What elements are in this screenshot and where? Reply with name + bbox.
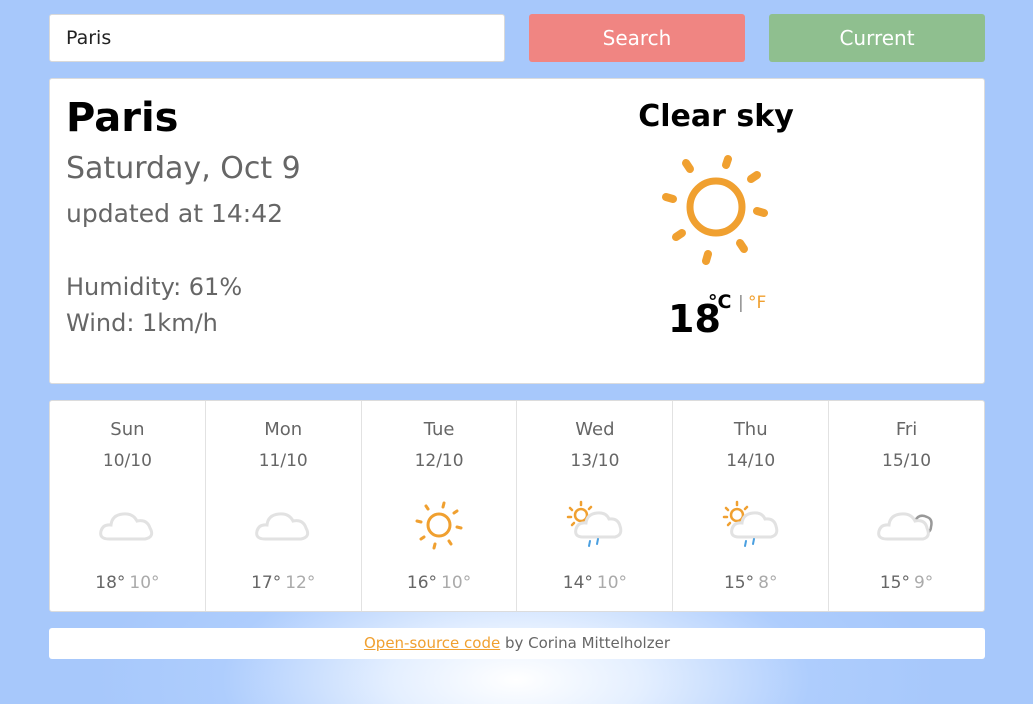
forecast-high: 17°: [251, 573, 282, 593]
forecast-temps: 15° 8°: [673, 573, 828, 593]
forecast-strip: Sun 10/10 18° 10° Mon 11/10 17° 12° Tue 12…: [49, 400, 985, 612]
forecast-day-date: 10/10: [102, 451, 152, 471]
forecast-high: 15°: [723, 573, 755, 593]
forecast-day-date: 15/10: [882, 451, 932, 471]
forecast-low: 12°: [285, 573, 316, 593]
forecast-low: 10°: [129, 573, 160, 593]
forecast-temps: 15° 9°: [829, 573, 984, 593]
sun-icon: [662, 155, 768, 265]
city-name: Paris: [66, 95, 179, 141]
forecast-high: 18°: [95, 573, 126, 593]
forecast-day: Mon 11/10 17° 12°: [206, 401, 362, 611]
forecast-day-date: 14/10: [726, 451, 776, 471]
forecast-temps: 14° 10°: [517, 573, 672, 593]
sun-rain-cloud-icon: [722, 500, 779, 547]
forecast-day-name: Thu: [733, 419, 768, 440]
current-location-button[interactable]: Current: [769, 14, 985, 62]
forecast-day: Sun 10/10 18° 10°: [50, 401, 206, 611]
forecast-low: 10°: [596, 573, 628, 593]
forecast-temps: 18° 10°: [50, 573, 205, 593]
current-date: Saturday, Oct 9: [66, 151, 301, 186]
forecast-day: Tue 12/10 16° 10°: [362, 401, 518, 611]
forecast-low: 10°: [441, 573, 472, 593]
forecast-day-name: Sun: [110, 419, 145, 440]
source-code-link[interactable]: Open-source code: [364, 634, 500, 652]
forecast-day-name: Wed: [575, 419, 615, 440]
footer-credit: by Corina Mittelholzer: [500, 634, 670, 652]
fahrenheit-toggle[interactable]: °F: [748, 293, 766, 313]
forecast-day: Thu 14/10 15° 8°: [673, 401, 830, 611]
forecast-day-date: 12/10: [414, 451, 464, 471]
forecast-high: 14°: [562, 573, 593, 593]
search-button[interactable]: Search: [529, 14, 745, 62]
clouds-icon: [876, 512, 933, 541]
temperature-display: 18 °C | °F: [668, 289, 808, 349]
forecast-day: Wed 13/10 14° 10°: [517, 401, 674, 611]
updated-time: updated at 14:42: [66, 199, 284, 228]
forecast-temps: 16° 10°: [362, 573, 517, 593]
unit-separator: |: [738, 293, 744, 313]
cloud-icon: [99, 512, 154, 541]
cloud-icon: [255, 512, 310, 541]
city-search-input[interactable]: [49, 14, 505, 62]
forecast-day: Fri 15/10 15° 9°: [829, 401, 984, 611]
forecast-day-date: 13/10: [570, 451, 620, 471]
sun-rain-cloud-icon: [566, 500, 623, 547]
forecast-day-name: Mon: [264, 419, 303, 440]
forecast-high: 16°: [406, 573, 438, 593]
celsius-toggle[interactable]: °C: [708, 291, 731, 313]
current-weather-card: Paris Saturday, Oct 9 updated at 14:42 H…: [49, 78, 985, 384]
forecast-high: 15°: [879, 573, 910, 593]
forecast-day-date: 11/10: [258, 451, 308, 471]
wind-speed: Wind: 1km/h: [66, 309, 218, 337]
footer: Open-source code by Corina Mittelholzer: [49, 628, 985, 659]
weather-description: Clear sky: [638, 99, 794, 134]
sun-icon: [415, 501, 463, 550]
humidity: Humidity: 61%: [66, 273, 243, 301]
forecast-low: 9°: [913, 573, 934, 593]
forecast-low: 8°: [758, 573, 778, 593]
forecast-day-name: Tue: [423, 419, 455, 440]
forecast-temps: 17° 12°: [206, 573, 361, 593]
search-bar: Search Current: [49, 14, 985, 62]
forecast-day-name: Fri: [895, 419, 918, 440]
